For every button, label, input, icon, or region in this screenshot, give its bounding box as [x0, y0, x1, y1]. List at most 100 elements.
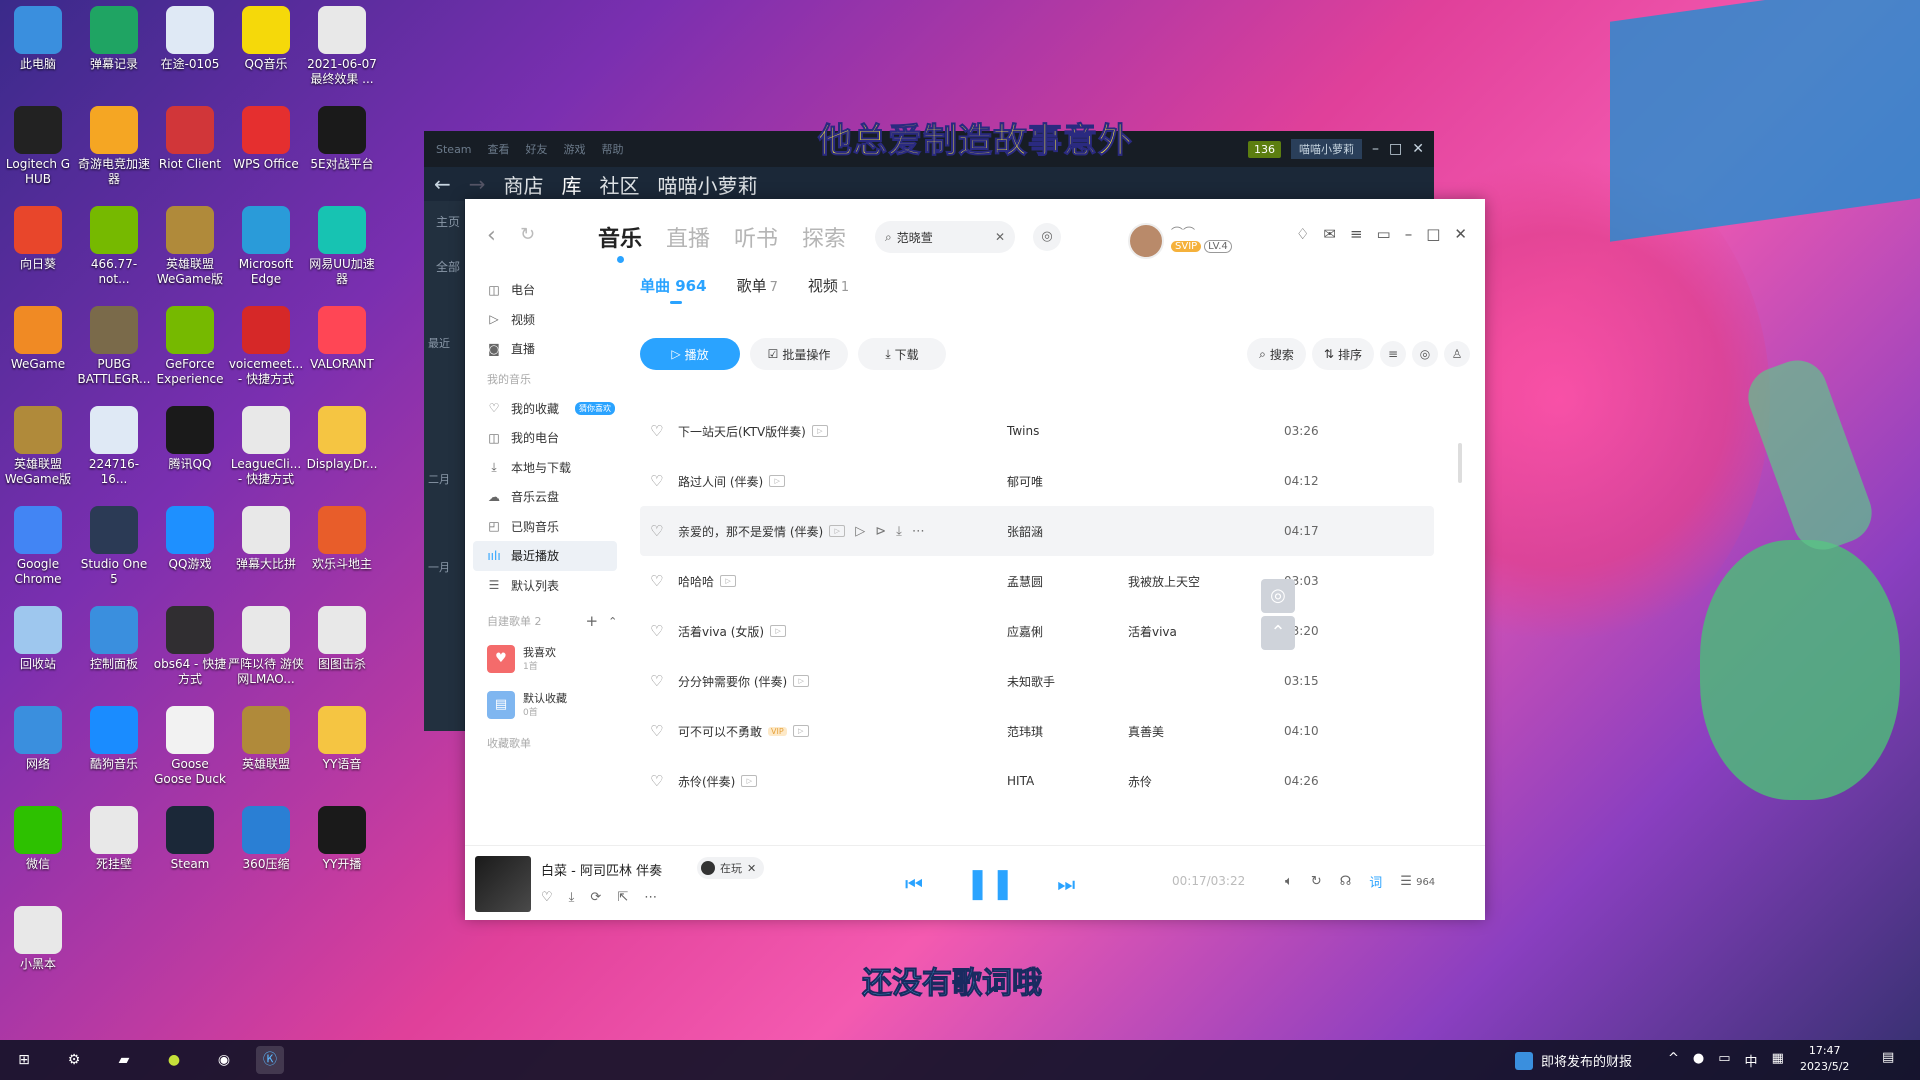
desktop-icon[interactable]: YY语音 [304, 706, 380, 772]
skin-icon[interactable]: ♢ [1296, 225, 1309, 243]
desktop-icon[interactable]: WPS Office [228, 106, 304, 172]
sound-effect-icon[interactable]: ☊ [1340, 874, 1352, 889]
steam-nav-store[interactable]: 商店 [504, 170, 544, 199]
sidebar-item-cloud-disk[interactable]: ☁ 音乐云盘 [465, 482, 625, 512]
tab-explore[interactable]: 探索 [802, 221, 846, 253]
mv-icon[interactable]: ▷ [770, 625, 787, 637]
song-row[interactable]: ♡ 哈哈哈 ▷ 孟慧圆 我被放上天空 03:03 [640, 556, 1434, 606]
song-title[interactable]: 下一站天后(KTV版伴奏) [678, 423, 806, 440]
mv-icon[interactable]: ▷ [720, 575, 737, 587]
steam-notification-badge[interactable]: 136 [1248, 140, 1282, 158]
desktop-icon[interactable]: 腾讯QQ [152, 406, 228, 472]
loop-icon[interactable]: ↻ [1311, 874, 1322, 889]
desktop-icon[interactable]: 向日葵 [0, 206, 76, 272]
add-playlist-icon[interactable]: + [586, 612, 599, 630]
playing-with-chip[interactable]: 在玩 ✕ [697, 857, 765, 879]
song-row[interactable]: ♡ 分分钟需要你 (伴奏) ▷ 未知歌手 03:15 [640, 656, 1434, 706]
close-icon[interactable]: ✕ [1454, 225, 1467, 243]
desktop-icon[interactable]: VALORANT [304, 306, 380, 372]
play-icon[interactable]: ▷ [855, 524, 865, 539]
start-icon[interactable]: ⊞ [10, 1046, 38, 1074]
volume-icon[interactable]: 🔈︎ [1285, 874, 1293, 889]
desktop-icon[interactable]: YY开播 [304, 806, 380, 872]
kugou-window[interactable]: ‹ ↻ 音乐 直播 听书 探索 ⌕ 范晓萱 ✕ ◎ ⌒⌒ SVIP LV.4 ♢ … [465, 199, 1485, 920]
steam-menu-steam[interactable]: Steam [436, 143, 472, 156]
lyrics-button[interactable]: 词 [1369, 872, 1382, 891]
locate-current-icon[interactable]: ◎ [1261, 579, 1295, 613]
song-artist[interactable]: 范玮琪 [1007, 723, 1043, 740]
desktop-icon[interactable]: QQ游戏 [152, 506, 228, 572]
desktop-icon[interactable]: Goose Goose Duck [152, 706, 228, 787]
steam-menu-friends[interactable]: 好友 [526, 141, 548, 157]
steam-menu-view[interactable]: 查看 [488, 141, 510, 157]
vip-status[interactable]: ⌒⌒ SVIP LV.4 [1171, 224, 1232, 253]
desktop-icon[interactable]: Steam [152, 806, 228, 872]
menu-icon[interactable]: ≡ [1350, 225, 1363, 243]
heart-icon[interactable]: ♡ [541, 890, 553, 905]
mv-icon[interactable]: ▷ [741, 775, 758, 787]
steam-nav-community[interactable]: 社区 [600, 170, 640, 199]
desktop-icon[interactable]: GeForce Experience [152, 306, 228, 387]
song-album[interactable]: 我被放上天空 [1128, 573, 1200, 590]
steam-nav-profile[interactable]: 喵喵小萝莉 [658, 170, 758, 199]
back-icon[interactable]: ‹ [487, 223, 496, 248]
add-to-list-icon[interactable]: ⊳ [875, 524, 886, 539]
subtab-singles[interactable]: 单曲 964 [640, 275, 707, 304]
download-icon[interactable]: ⤓ [896, 524, 902, 539]
pause-icon[interactable]: ❚❚ [965, 866, 1015, 901]
sidebar-item-purchased[interactable]: ◰ 已购音乐 [465, 512, 625, 542]
mv-icon[interactable]: ▷ [811, 425, 828, 437]
mv-icon[interactable]: ▷ [792, 725, 809, 737]
sidebar-item-favorites[interactable]: ♡ 我的收藏 猜你喜欢 [465, 394, 625, 424]
song-artist[interactable]: 孟慧圆 [1007, 573, 1043, 590]
sidebar-item-default-list[interactable]: ☰ 默认列表 [465, 571, 625, 601]
heart-icon[interactable]: ♡ [650, 422, 663, 440]
playlist-item[interactable]: ▤ 默认收藏 0首 [465, 682, 625, 728]
desktop-icon[interactable]: 严阵以待 游侠网LMAO... [228, 606, 304, 687]
steam-side-home[interactable]: 主页 [424, 201, 464, 230]
tab-music[interactable]: 音乐 [598, 221, 642, 263]
message-icon[interactable]: ✉ [1323, 225, 1336, 243]
desktop-icon[interactable]: 英雄联盟 WeGame版 [0, 406, 76, 487]
heart-icon[interactable]: ♡ [650, 472, 663, 490]
avatar[interactable] [1128, 223, 1164, 259]
subtab-videos[interactable]: 视频 1 [808, 275, 849, 296]
desktop-icon[interactable]: 224716-16... [76, 406, 152, 487]
desktop-icon[interactable]: 网易UU加速器 [304, 206, 380, 287]
desktop-icon[interactable]: voicemeet... - 快捷方式 [228, 306, 304, 387]
close-icon[interactable]: ✕ [1412, 141, 1424, 157]
sidebar-item-my-radio[interactable]: ◫ 我的电台 [465, 423, 625, 453]
tab-live[interactable]: 直播 [666, 221, 710, 253]
song-row[interactable]: ♡ 下一站天后(KTV版伴奏) ▷ Twins 03:26 [640, 406, 1434, 456]
desktop-icon[interactable]: 死挂壁 [76, 806, 152, 872]
more-icon[interactable]: ⋯ [912, 524, 925, 539]
steam-menu-games[interactable]: 游戏 [564, 141, 586, 157]
heart-icon[interactable]: ♡ [650, 772, 663, 790]
song-title[interactable]: 亲爱的，那不是爱情 (伴奏) [678, 523, 823, 540]
song-title[interactable]: 哈哈哈 [678, 573, 714, 590]
heart-icon[interactable]: ♡ [650, 722, 663, 740]
now-playing-title[interactable]: 白菜 - 阿司匹林 伴奏 [541, 860, 662, 879]
heart-icon[interactable]: ♡ [650, 522, 663, 540]
sort-button[interactable]: ⇅ 排序 [1311, 338, 1374, 370]
song-title[interactable]: 可不可以不勇敢 [678, 723, 762, 740]
heart-icon[interactable]: ♡ [650, 572, 663, 590]
desktop-icon[interactable]: 微信 [0, 806, 76, 872]
desktop-icon[interactable]: 英雄联盟 WeGame版 [152, 206, 228, 287]
desktop-icon[interactable]: 图图击杀 [304, 606, 380, 672]
desktop-icon[interactable]: WeGame [0, 306, 76, 372]
song-row[interactable]: ♡ 活着viva (女版) ▷ 应嘉俐 活着viva 03:20 [640, 606, 1434, 656]
desktop-icon[interactable]: 小黑本 [0, 906, 76, 972]
tab-audiobook[interactable]: 听书 [734, 221, 778, 253]
refresh-icon[interactable]: ↻ [520, 224, 535, 245]
song-artist[interactable]: 张韶涵 [1007, 523, 1043, 540]
search-input[interactable]: 范晓萱 [897, 229, 933, 246]
back-arrow-icon[interactable]: ← [434, 172, 451, 196]
album-cover[interactable] [475, 856, 531, 912]
desktop-icon[interactable]: 欢乐斗地主 [304, 506, 380, 572]
desktop-icon[interactable]: Studio One 5 [76, 506, 152, 587]
search-box[interactable]: ⌕ 范晓萱 ✕ [875, 221, 1015, 253]
download-button[interactable]: ⤓ 下载 [858, 338, 946, 370]
steam-nav-library[interactable]: 库 [562, 170, 582, 199]
desktop-icon[interactable]: 466.77-not... [76, 206, 152, 287]
